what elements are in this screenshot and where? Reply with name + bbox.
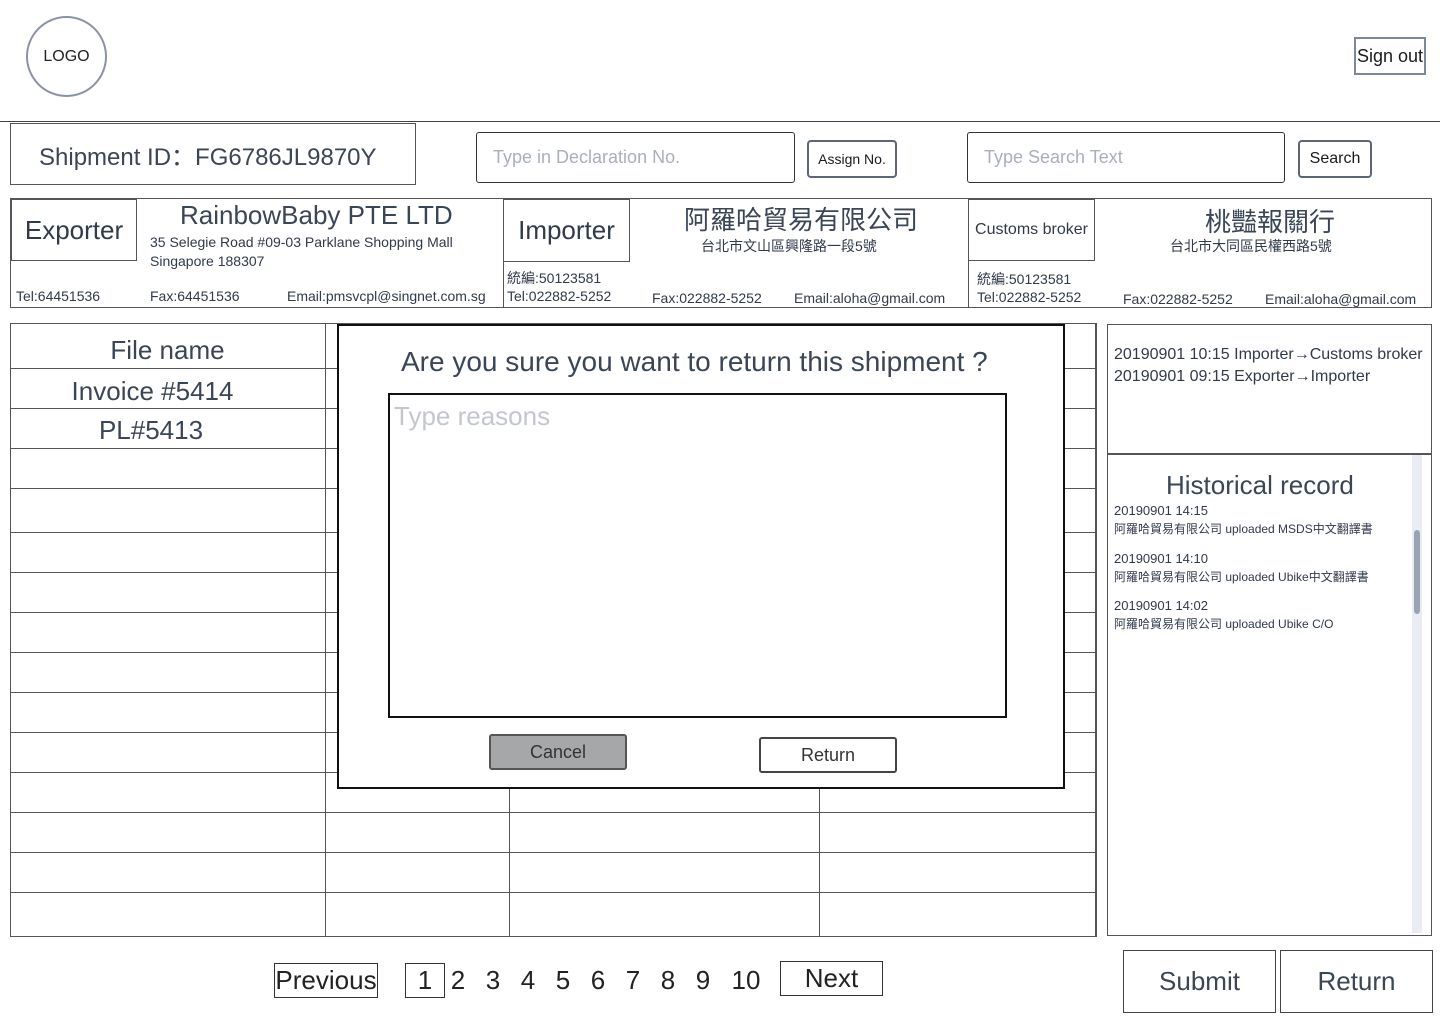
declaration-input[interactable]: Type in Declaration No. [476,132,795,183]
history-scrollbar[interactable] [1412,455,1422,933]
history-title: Historical record [1166,470,1354,500]
importer-fax: Fax:022882-5252 [652,290,762,306]
table-col-divider [819,788,820,937]
exporter-fax: Fax:64451536 [150,288,240,304]
history-entry-time: 20190901 14:15 [1114,503,1208,518]
table-row-line [10,812,1096,813]
table-row-line [10,892,1096,893]
exporter-address-line2: Singapore 188307 [150,253,265,269]
page-4[interactable]: 4 [516,963,540,998]
flow-panel [1107,324,1432,454]
broker-role-label: Customs broker [968,199,1095,261]
importer-address: 台北市文山區興隆路一段5號 [701,238,877,254]
exporter-address-line1: 35 Selegie Road #09-03 Parklane Shopping… [150,234,453,250]
dialog-return-button[interactable]: Return [759,737,897,773]
page-2[interactable]: 2 [446,963,470,998]
broker-address: 台北市大同區民權西路5號 [1170,238,1332,254]
page-10[interactable]: 10 [728,963,764,998]
page-9[interactable]: 9 [691,963,715,998]
flow-entry: 20190901 09:15 Exporter→Importer [1114,368,1371,385]
broker-fax: Fax:022882-5252 [1123,291,1233,307]
importer-name: 阿羅哈貿易有限公司 [684,205,919,235]
history-entry-time: 20190901 14:02 [1114,598,1208,613]
previous-page-button[interactable]: Previous [274,963,378,998]
table-col-divider [325,323,326,937]
table-row-line [10,852,1096,853]
submit-button[interactable]: Submit [1123,950,1276,1013]
history-scrollbar-thumb[interactable] [1414,530,1420,614]
importer-tax-id: 統編:50123581 [507,270,602,286]
history-entry-text: 阿羅哈貿易有限公司 uploaded MSDS中文翻譯書 [1114,522,1373,536]
broker-tel: Tel:022882-5252 [977,289,1082,305]
history-entry-time: 20190901 14:10 [1114,551,1208,566]
dialog-title: Are you sure you want to return this shi… [401,346,988,377]
table-col-divider [509,788,510,937]
file-row-invoice[interactable]: Invoice #5414 [0,376,305,407]
shipment-id: Shipment ID：FG6786JL9870Y [10,123,416,185]
search-input[interactable]: Type Search Text [967,132,1285,183]
broker-email: Email:aloha@gmail.com [1265,291,1417,307]
return-button[interactable]: Return [1280,950,1433,1013]
search-button[interactable]: Search [1298,140,1372,178]
history-entry-text: 阿羅哈貿易有限公司 uploaded Ubike中文翻譯書 [1114,570,1369,584]
table-col-divider [1096,323,1097,937]
sign-out-button[interactable]: Sign out [1354,37,1426,75]
exporter-role-label: Exporter [11,199,137,261]
assign-no-button[interactable]: Assign No. [807,140,897,178]
reasons-textarea[interactable]: Type reasons [388,393,1007,718]
exporter-email: Email:pmsvcpl@singnet.com.sg [287,288,486,304]
flow-entry: 20190901 10:15 Importer→Customs broker [1114,346,1423,363]
table-row-line [10,936,1096,937]
exporter-name: RainbowBaby PTE LTD [180,200,453,230]
file-row-pl[interactable]: PL#5413 [0,415,302,446]
cancel-button[interactable]: Cancel [489,734,627,770]
broker-name: 桃豔報關行 [1205,207,1336,237]
exporter-tel: Tel:64451536 [16,288,101,304]
broker-tax-id: 統編:50123581 [977,271,1072,287]
page-8[interactable]: 8 [656,963,680,998]
page-1[interactable]: 1 [405,963,445,998]
file-name-header: File name [110,335,225,365]
page-3[interactable]: 3 [481,963,505,998]
next-page-button[interactable]: Next [780,961,883,996]
history-entry-text: 阿羅哈貿易有限公司 uploaded Ubike C/O [1114,617,1334,631]
page-5[interactable]: 5 [551,963,575,998]
page-6[interactable]: 6 [586,963,610,998]
importer-email: Email:aloha@gmail.com [794,290,946,306]
header-divider [0,121,1440,122]
importer-tel: Tel:022882-5252 [507,288,612,304]
logo: LOGO [26,16,107,97]
page-7[interactable]: 7 [621,963,645,998]
importer-role-label: Importer [503,199,630,262]
